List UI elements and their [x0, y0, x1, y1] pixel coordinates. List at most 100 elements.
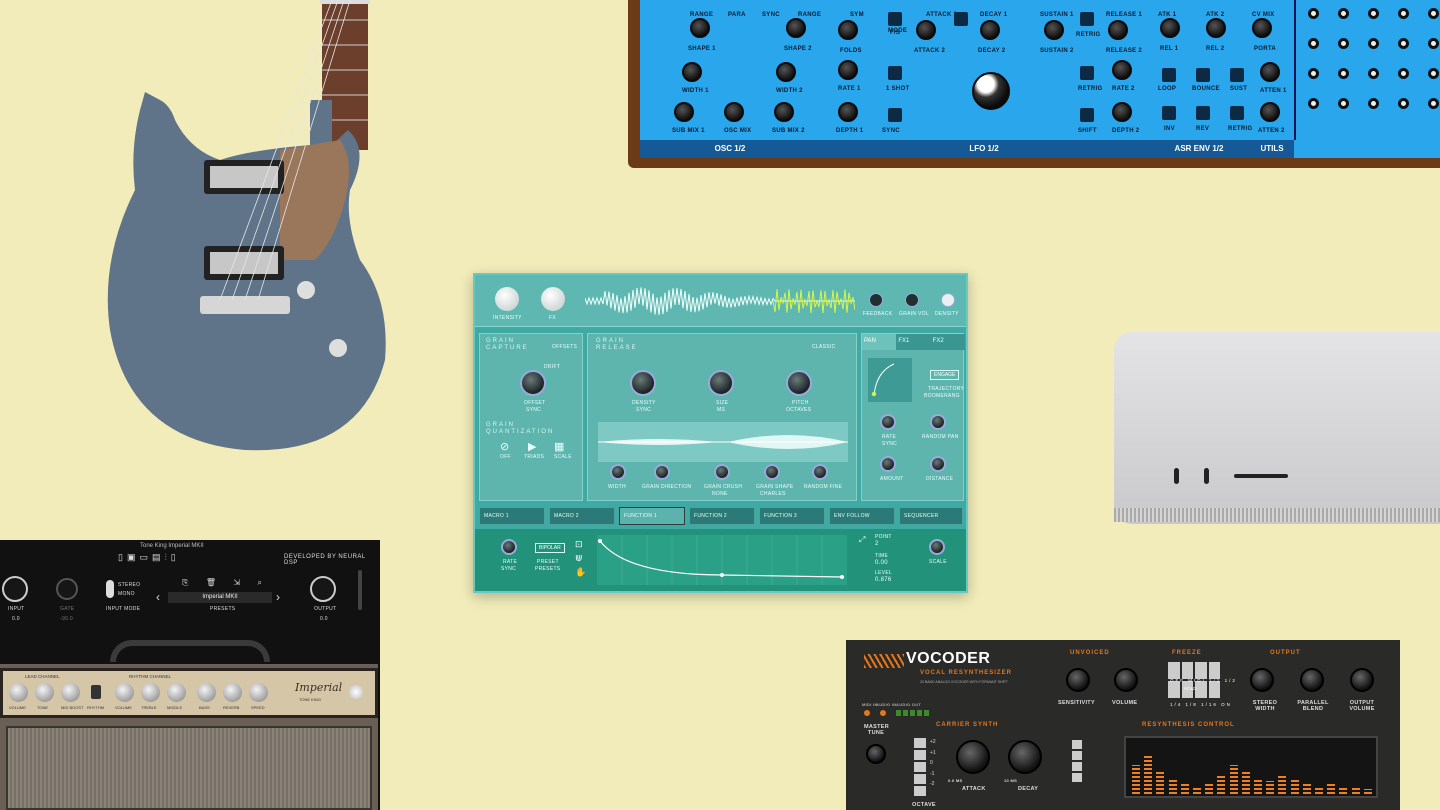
tab-function-2[interactable]: FUNCTION 2	[689, 507, 755, 525]
osc-mix-knob[interactable]	[724, 102, 744, 122]
patch-jack[interactable]	[1308, 98, 1319, 109]
depth-2-knob[interactable]	[1112, 102, 1132, 122]
attack-knob[interactable]	[956, 740, 990, 774]
scale-icon[interactable]: ▦	[554, 440, 564, 453]
noise-button[interactable]	[1072, 773, 1082, 782]
lead-tone-knob[interactable]	[35, 683, 54, 702]
treble-knob[interactable]	[141, 683, 160, 702]
sensitivity-knob[interactable]	[1066, 668, 1090, 692]
patch-jack[interactable]	[1428, 38, 1439, 49]
import-icon[interactable]: ⇲	[233, 578, 240, 588]
lfo-retrig-button[interactable]	[1080, 66, 1094, 80]
tab-fx1[interactable]: FX1	[896, 334, 931, 350]
curve-icon[interactable]: ⤢	[859, 535, 865, 545]
time-value[interactable]: 0.00	[875, 560, 888, 566]
patch-jack[interactable]	[1338, 68, 1349, 79]
octave-button[interactable]	[914, 750, 926, 760]
preset-sub[interactable]: PRESETS	[535, 566, 560, 572]
grain-crush-knob[interactable]	[714, 464, 730, 480]
random-fine-knob[interactable]	[812, 464, 828, 480]
saw-wave-button[interactable]	[1072, 740, 1082, 749]
patch-jack[interactable]	[1338, 98, 1349, 109]
patch-jack[interactable]	[1338, 8, 1349, 19]
patch-jack[interactable]	[1308, 8, 1319, 19]
tab-fx2[interactable]: FX2	[930, 334, 965, 350]
input-knob[interactable]	[2, 576, 28, 602]
patch-jack[interactable]	[1398, 98, 1409, 109]
size-knob[interactable]	[708, 370, 734, 396]
fx-knob[interactable]	[541, 287, 565, 311]
grain-shape-sub[interactable]: CHARLES	[760, 491, 786, 497]
input-value[interactable]: 0.0	[12, 616, 20, 622]
size-sub[interactable]: MS	[717, 407, 725, 413]
eq-icon[interactable]: ⫶	[165, 552, 167, 566]
patch-jack[interactable]	[1428, 8, 1439, 19]
inv-button[interactable]	[1162, 106, 1176, 120]
bass-knob[interactable]	[197, 683, 216, 702]
tab-env-follow[interactable]: ENV FOLLOW	[829, 507, 895, 525]
rate-2-knob[interactable]	[1112, 60, 1132, 80]
amount-knob[interactable]	[880, 456, 896, 472]
lfo-main-knob[interactable]	[972, 72, 1010, 110]
release-mode[interactable]: CLASSIC	[812, 344, 836, 350]
freeze-cell[interactable]	[1168, 681, 1180, 698]
triads-icon[interactable]: ▶	[528, 440, 536, 453]
stereo-width-knob[interactable]	[1250, 668, 1274, 692]
lead-volume-knob[interactable]	[9, 683, 28, 702]
preset-selector[interactable]: Imperial MKII	[168, 592, 272, 603]
octave-button[interactable]	[914, 786, 926, 796]
density-sub[interactable]: SYNC	[636, 407, 651, 413]
patch-jack[interactable]	[1308, 38, 1319, 49]
tab-macro-2[interactable]: MACRO 2	[549, 507, 615, 525]
patch-jack[interactable]	[1368, 68, 1379, 79]
width-2-knob[interactable]	[776, 62, 796, 82]
random-pan-knob[interactable]	[930, 414, 946, 430]
function-rate-knob[interactable]	[501, 539, 517, 555]
off-icon[interactable]: ⊘	[500, 440, 509, 453]
tab-sequencer[interactable]: SEQUENCER	[899, 507, 963, 525]
capture-mode[interactable]: OFFSETS	[552, 344, 577, 350]
density-knob[interactable]	[630, 370, 656, 396]
point-value[interactable]: 2	[875, 541, 879, 547]
shape-1-knob[interactable]	[690, 18, 710, 38]
env-retrig-button[interactable]	[1230, 106, 1244, 120]
shift-button[interactable]	[1080, 108, 1094, 122]
decay-knob[interactable]	[1008, 740, 1042, 774]
folds-knob[interactable]	[838, 20, 858, 40]
octave-button[interactable]	[914, 762, 926, 772]
pitch-sub[interactable]: OCTAVES	[786, 407, 811, 413]
draw-icon[interactable]: ⊡	[575, 539, 583, 550]
one-shot-button[interactable]	[888, 66, 902, 80]
sub-mix-2-knob[interactable]	[774, 102, 794, 122]
save-icon[interactable]: ⎘	[182, 578, 188, 588]
mid-boost-knob[interactable]	[61, 683, 80, 702]
hand-icon[interactable]: ✋	[575, 567, 586, 578]
density-top-knob[interactable]	[941, 293, 955, 307]
pitch-knob[interactable]	[786, 370, 812, 396]
patch-jack[interactable]	[1368, 8, 1379, 19]
function-rate-sub[interactable]: SYNC	[501, 566, 516, 572]
patch-jack[interactable]	[1308, 68, 1319, 79]
rate-1-knob[interactable]	[838, 60, 858, 80]
bipolar-button[interactable]: BIPOLAR	[535, 543, 565, 553]
distance-knob[interactable]	[930, 456, 946, 472]
tuner-icon[interactable]: ▯	[118, 552, 123, 566]
tab-function-3[interactable]: FUNCTION 3	[759, 507, 825, 525]
patch-jack[interactable]	[1428, 98, 1439, 109]
octave-button[interactable]	[914, 774, 926, 784]
gate-value[interactable]: -90.0	[60, 616, 73, 622]
patch-jack[interactable]	[1338, 38, 1349, 49]
freeze-cell[interactable]	[1208, 662, 1220, 679]
patch-jack[interactable]	[1428, 68, 1439, 79]
grain-shape-knob[interactable]	[764, 464, 780, 480]
bounce-button[interactable]	[1196, 68, 1210, 82]
offset-knob[interactable]	[520, 370, 546, 396]
freeze-cell[interactable]	[1181, 662, 1193, 679]
tab-function-1[interactable]: FUNCTION 1	[619, 507, 685, 525]
freeze-cell[interactable]	[1208, 681, 1220, 698]
shape-2-knob[interactable]	[786, 18, 806, 38]
amp-icon[interactable]: ▭	[139, 552, 148, 566]
rev-button[interactable]	[1196, 106, 1210, 120]
unvoiced-volume-knob[interactable]	[1114, 668, 1138, 692]
fs-button[interactable]	[954, 12, 968, 26]
